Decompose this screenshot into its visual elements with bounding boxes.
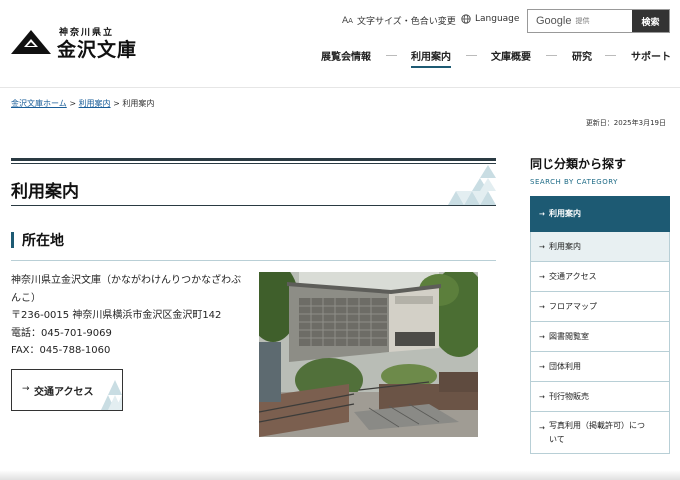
globe-icon bbox=[461, 14, 471, 24]
access-button-label: 交通アクセス bbox=[34, 387, 94, 398]
updated-date: 更新日：2025年3月19日 bbox=[585, 119, 666, 127]
side-nav-item-label: 刊行物販売 bbox=[549, 392, 589, 401]
arrow-right-icon: → bbox=[539, 302, 545, 311]
font-size-color-link[interactable]: AA 文字サイズ・色合い変更 bbox=[342, 14, 456, 28]
site-header: 神奈川県立 金沢文庫 AA 文字サイズ・色合い変更 Language Googl… bbox=[0, 0, 680, 88]
side-nav-head[interactable]: → 利用案内 bbox=[530, 196, 670, 232]
side-nav-item-reading-room[interactable]: → 図書閲覧室 bbox=[530, 322, 670, 352]
side-nav-item-label: 団体利用 bbox=[549, 362, 581, 371]
gnav-separator bbox=[546, 55, 557, 56]
gnav-active-indicator bbox=[411, 66, 451, 68]
breadcrumb: 金沢文庫ホーム > 利用案内 > 利用案内 bbox=[11, 98, 154, 109]
page-title-block: 利用案内 bbox=[11, 158, 496, 206]
search-button[interactable]: 検索 bbox=[632, 10, 669, 32]
side-nav-item-floormap[interactable]: → フロアマップ bbox=[530, 292, 670, 322]
language-label: Language bbox=[475, 14, 520, 24]
arrow-right-icon: → bbox=[539, 392, 545, 401]
arrow-right-icon: → bbox=[539, 424, 545, 432]
side-subtitle: SEARCH BY CATEGORY bbox=[530, 178, 618, 186]
arrow-right-icon: → bbox=[22, 384, 30, 394]
side-nav-item-label: 図書閲覧室 bbox=[549, 332, 589, 341]
breadcrumb-separator: > bbox=[113, 99, 120, 108]
triangle-pattern-icon bbox=[448, 165, 496, 205]
breadcrumb-parent-link[interactable]: 利用案内 bbox=[79, 99, 111, 108]
google-brand: Google bbox=[536, 15, 572, 27]
page-title: 利用案内 bbox=[11, 182, 79, 202]
side-nav-item-label: 写真利用（掲載許可）について bbox=[549, 420, 645, 444]
address-fax: FAX：045-788-1060 bbox=[11, 345, 111, 356]
arrow-right-icon: → bbox=[539, 242, 545, 251]
gnav-item-guide[interactable]: 利用案内 bbox=[411, 48, 451, 63]
side-nav-item-label: 利用案内 bbox=[549, 242, 581, 251]
side-nav-item-photo-permission[interactable]: → 写真利用（掲載許可）について bbox=[530, 412, 670, 454]
access-button[interactable]: → 交通アクセス bbox=[11, 369, 123, 411]
gnav-separator bbox=[605, 55, 616, 56]
address-block: 神奈川県立金沢文庫（かながわけんりつかなざわぶんこ） 〒236-0015 神奈川… bbox=[11, 272, 251, 360]
side-nav-head-label: 利用案内 bbox=[549, 209, 581, 218]
section-heading-block: 所在地 bbox=[11, 229, 496, 261]
gnav-item-exhibitions[interactable]: 展覧会情報 bbox=[321, 48, 371, 63]
language-link[interactable]: Language bbox=[461, 14, 519, 24]
side-nav-item-guide[interactable]: → 利用案内 bbox=[530, 232, 670, 262]
global-nav: 展覧会情報 利用案内 文庫概要 研究 サポート bbox=[0, 48, 680, 78]
breadcrumb-home-link[interactable]: 金沢文庫ホーム bbox=[11, 99, 67, 108]
arrow-right-icon: → bbox=[539, 362, 545, 371]
text-size-icon: AA bbox=[342, 15, 353, 26]
side-nav-item-access[interactable]: → 交通アクセス bbox=[530, 262, 670, 292]
breadcrumb-current: 利用案内 bbox=[122, 99, 155, 108]
gnav-separator bbox=[386, 55, 397, 56]
search-input[interactable]: Google 提供 bbox=[528, 10, 632, 32]
address-postal: 〒236-0015 神奈川県横浜市金沢区金沢町142 bbox=[11, 310, 222, 321]
breadcrumb-separator: > bbox=[69, 99, 77, 108]
arrow-right-icon: → bbox=[539, 209, 545, 218]
side-nav: → 利用案内 → 利用案内 → 交通アクセス → フロアマップ → 図書閲覧室 … bbox=[530, 196, 670, 454]
section-title: 所在地 bbox=[22, 233, 64, 249]
heading-accent-bar bbox=[11, 232, 14, 248]
address-phone: 電話：045-701-9069 bbox=[11, 327, 112, 339]
side-nav-item-group[interactable]: → 団体利用 bbox=[530, 352, 670, 382]
side-nav-item-publications[interactable]: → 刊行物販売 bbox=[530, 382, 670, 412]
building-photo bbox=[259, 272, 478, 437]
side-title: 同じ分類から探す bbox=[530, 157, 627, 171]
gnav-separator bbox=[466, 55, 477, 56]
google-provided-label: 提供 bbox=[575, 17, 590, 25]
side-nav-item-label: フロアマップ bbox=[549, 302, 597, 311]
arrow-right-icon: → bbox=[539, 272, 545, 281]
bottom-shadow bbox=[0, 470, 680, 480]
gnav-item-research[interactable]: 研究 bbox=[572, 48, 592, 63]
side-nav-item-label: 交通アクセス bbox=[549, 272, 597, 281]
gnav-item-support[interactable]: サポート bbox=[631, 48, 671, 63]
triangle-pattern-icon bbox=[101, 380, 122, 410]
address-name: 神奈川県立金沢文庫（かながわけんりつかなざわぶんこ） bbox=[11, 275, 242, 304]
font-size-label: 文字サイズ・色合い変更 bbox=[356, 17, 456, 27]
gnav-item-about[interactable]: 文庫概要 bbox=[491, 48, 531, 63]
arrow-right-icon: → bbox=[539, 332, 545, 341]
site-search: Google 提供 検索 bbox=[527, 9, 670, 33]
